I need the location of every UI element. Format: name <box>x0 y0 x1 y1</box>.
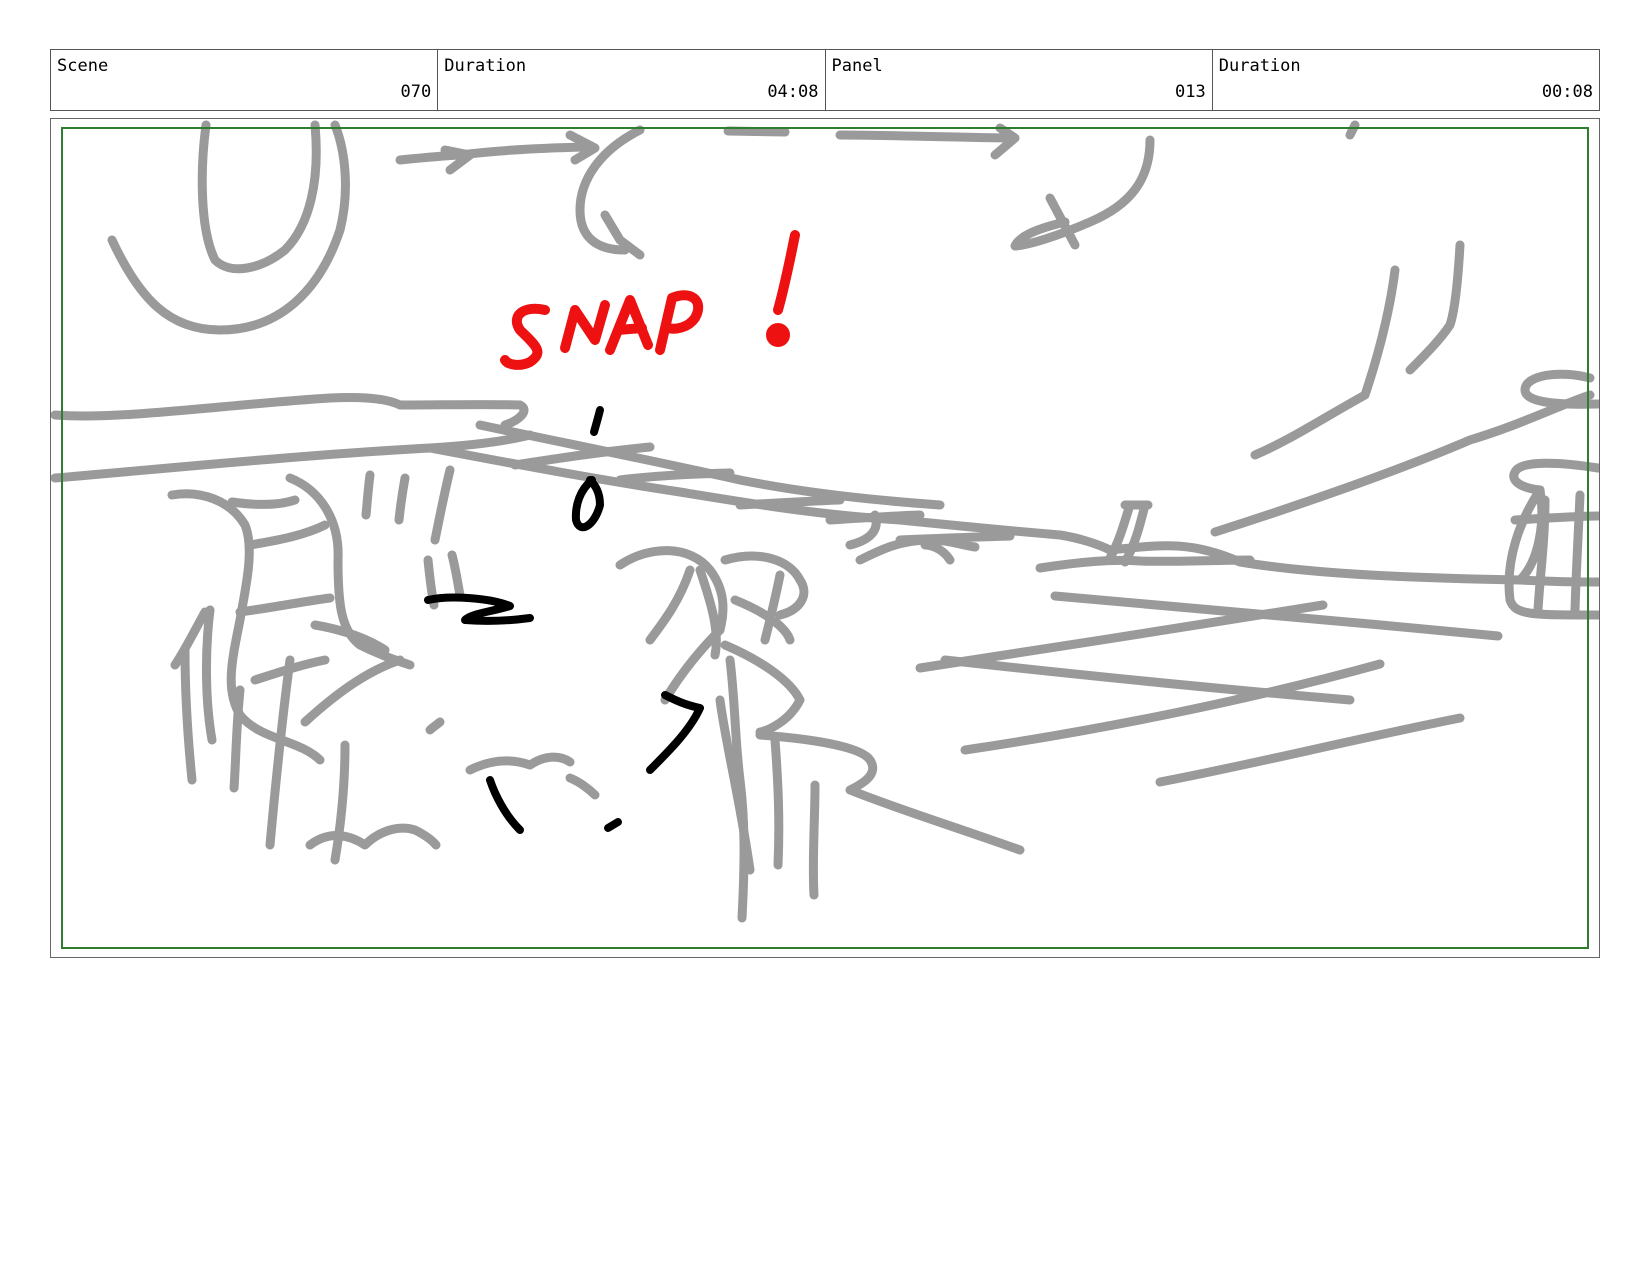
panel-duration-cell: Duration 00:08 <box>1213 50 1599 110</box>
panel-cell: Panel 013 <box>826 50 1213 110</box>
panel-duration-label: Duration <box>1218 56 1301 76</box>
storyboard-header: Scene 070 Duration 04:08 Panel 013 Durat… <box>50 49 1600 111</box>
scene-value: 070 <box>400 82 432 102</box>
panel-duration-value: 00:08 <box>1541 82 1593 102</box>
scene-duration-cell: Duration 04:08 <box>438 50 826 110</box>
panel-label: Panel <box>831 56 883 76</box>
scene-duration-value: 04:08 <box>767 82 819 102</box>
scene-duration-label: Duration <box>444 56 527 76</box>
scene-label: Scene <box>57 56 109 76</box>
safe-area-frame <box>61 127 1589 949</box>
scene-cell: Scene 070 <box>51 50 439 110</box>
panel-value: 013 <box>1175 82 1206 102</box>
